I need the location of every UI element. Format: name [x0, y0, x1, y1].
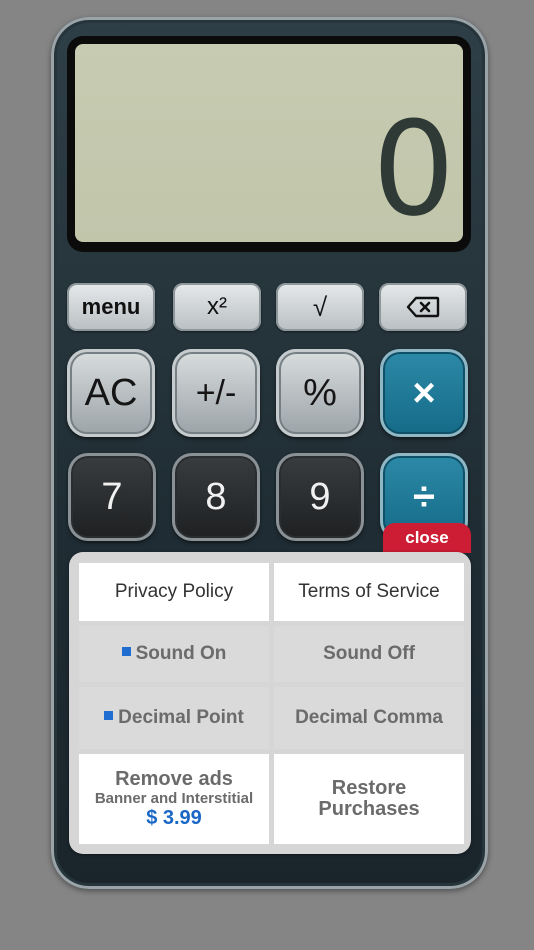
multiply-button[interactable]: × — [380, 349, 468, 437]
decimal-point-option[interactable]: Decimal Point — [79, 687, 269, 749]
remove-ads-subtitle: Banner and Interstitial — [94, 789, 254, 807]
sqrt-button[interactable]: √ — [276, 283, 364, 331]
selected-indicator — [104, 711, 114, 721]
terms-of-service-link[interactable]: Terms of Service — [274, 563, 464, 621]
sound-off-label: Sound Off — [323, 643, 415, 664]
remove-ads-title: Remove ads — [115, 767, 233, 790]
restore-label-line2: Purchases — [318, 798, 420, 820]
backspace-icon — [406, 296, 440, 318]
display-value: 0 — [372, 93, 455, 245]
decimal-comma-option[interactable]: Decimal Comma — [274, 687, 464, 749]
decimal-comma-label: Decimal Comma — [295, 707, 443, 728]
selected-indicator — [121, 647, 131, 657]
sound-on-label: Sound On — [135, 643, 227, 664]
sound-on-option[interactable]: Sound On — [79, 626, 269, 682]
remove-ads-button[interactable]: Remove ads Banner and Interstitial $ 3.9… — [79, 754, 269, 844]
close-menu-button[interactable]: close — [383, 523, 471, 553]
square-button[interactable]: x² — [173, 283, 261, 331]
percent-button[interactable]: % — [276, 349, 364, 437]
decimal-point-label: Decimal Point — [118, 707, 244, 728]
privacy-policy-label: Privacy Policy — [114, 581, 234, 602]
display-screen: 0 — [75, 44, 463, 242]
restore-label-line1: Restore — [331, 777, 407, 799]
all-clear-button[interactable]: AC — [67, 349, 155, 437]
remove-ads-price: $ 3.99 — [146, 806, 202, 829]
terms-of-service-label: Terms of Service — [298, 581, 440, 602]
menu-button[interactable]: menu — [67, 283, 155, 331]
plus-minus-button[interactable]: +/- — [172, 349, 260, 437]
digit-9-button[interactable]: 9 — [276, 453, 364, 541]
privacy-policy-link[interactable]: Privacy Policy — [79, 563, 269, 621]
restore-purchases-button[interactable]: Restore Purchases — [274, 754, 464, 844]
sound-off-option[interactable]: Sound Off — [274, 626, 464, 682]
digit-7-button[interactable]: 7 — [68, 453, 156, 541]
digit-8-button[interactable]: 8 — [172, 453, 260, 541]
backspace-button[interactable] — [379, 283, 467, 331]
